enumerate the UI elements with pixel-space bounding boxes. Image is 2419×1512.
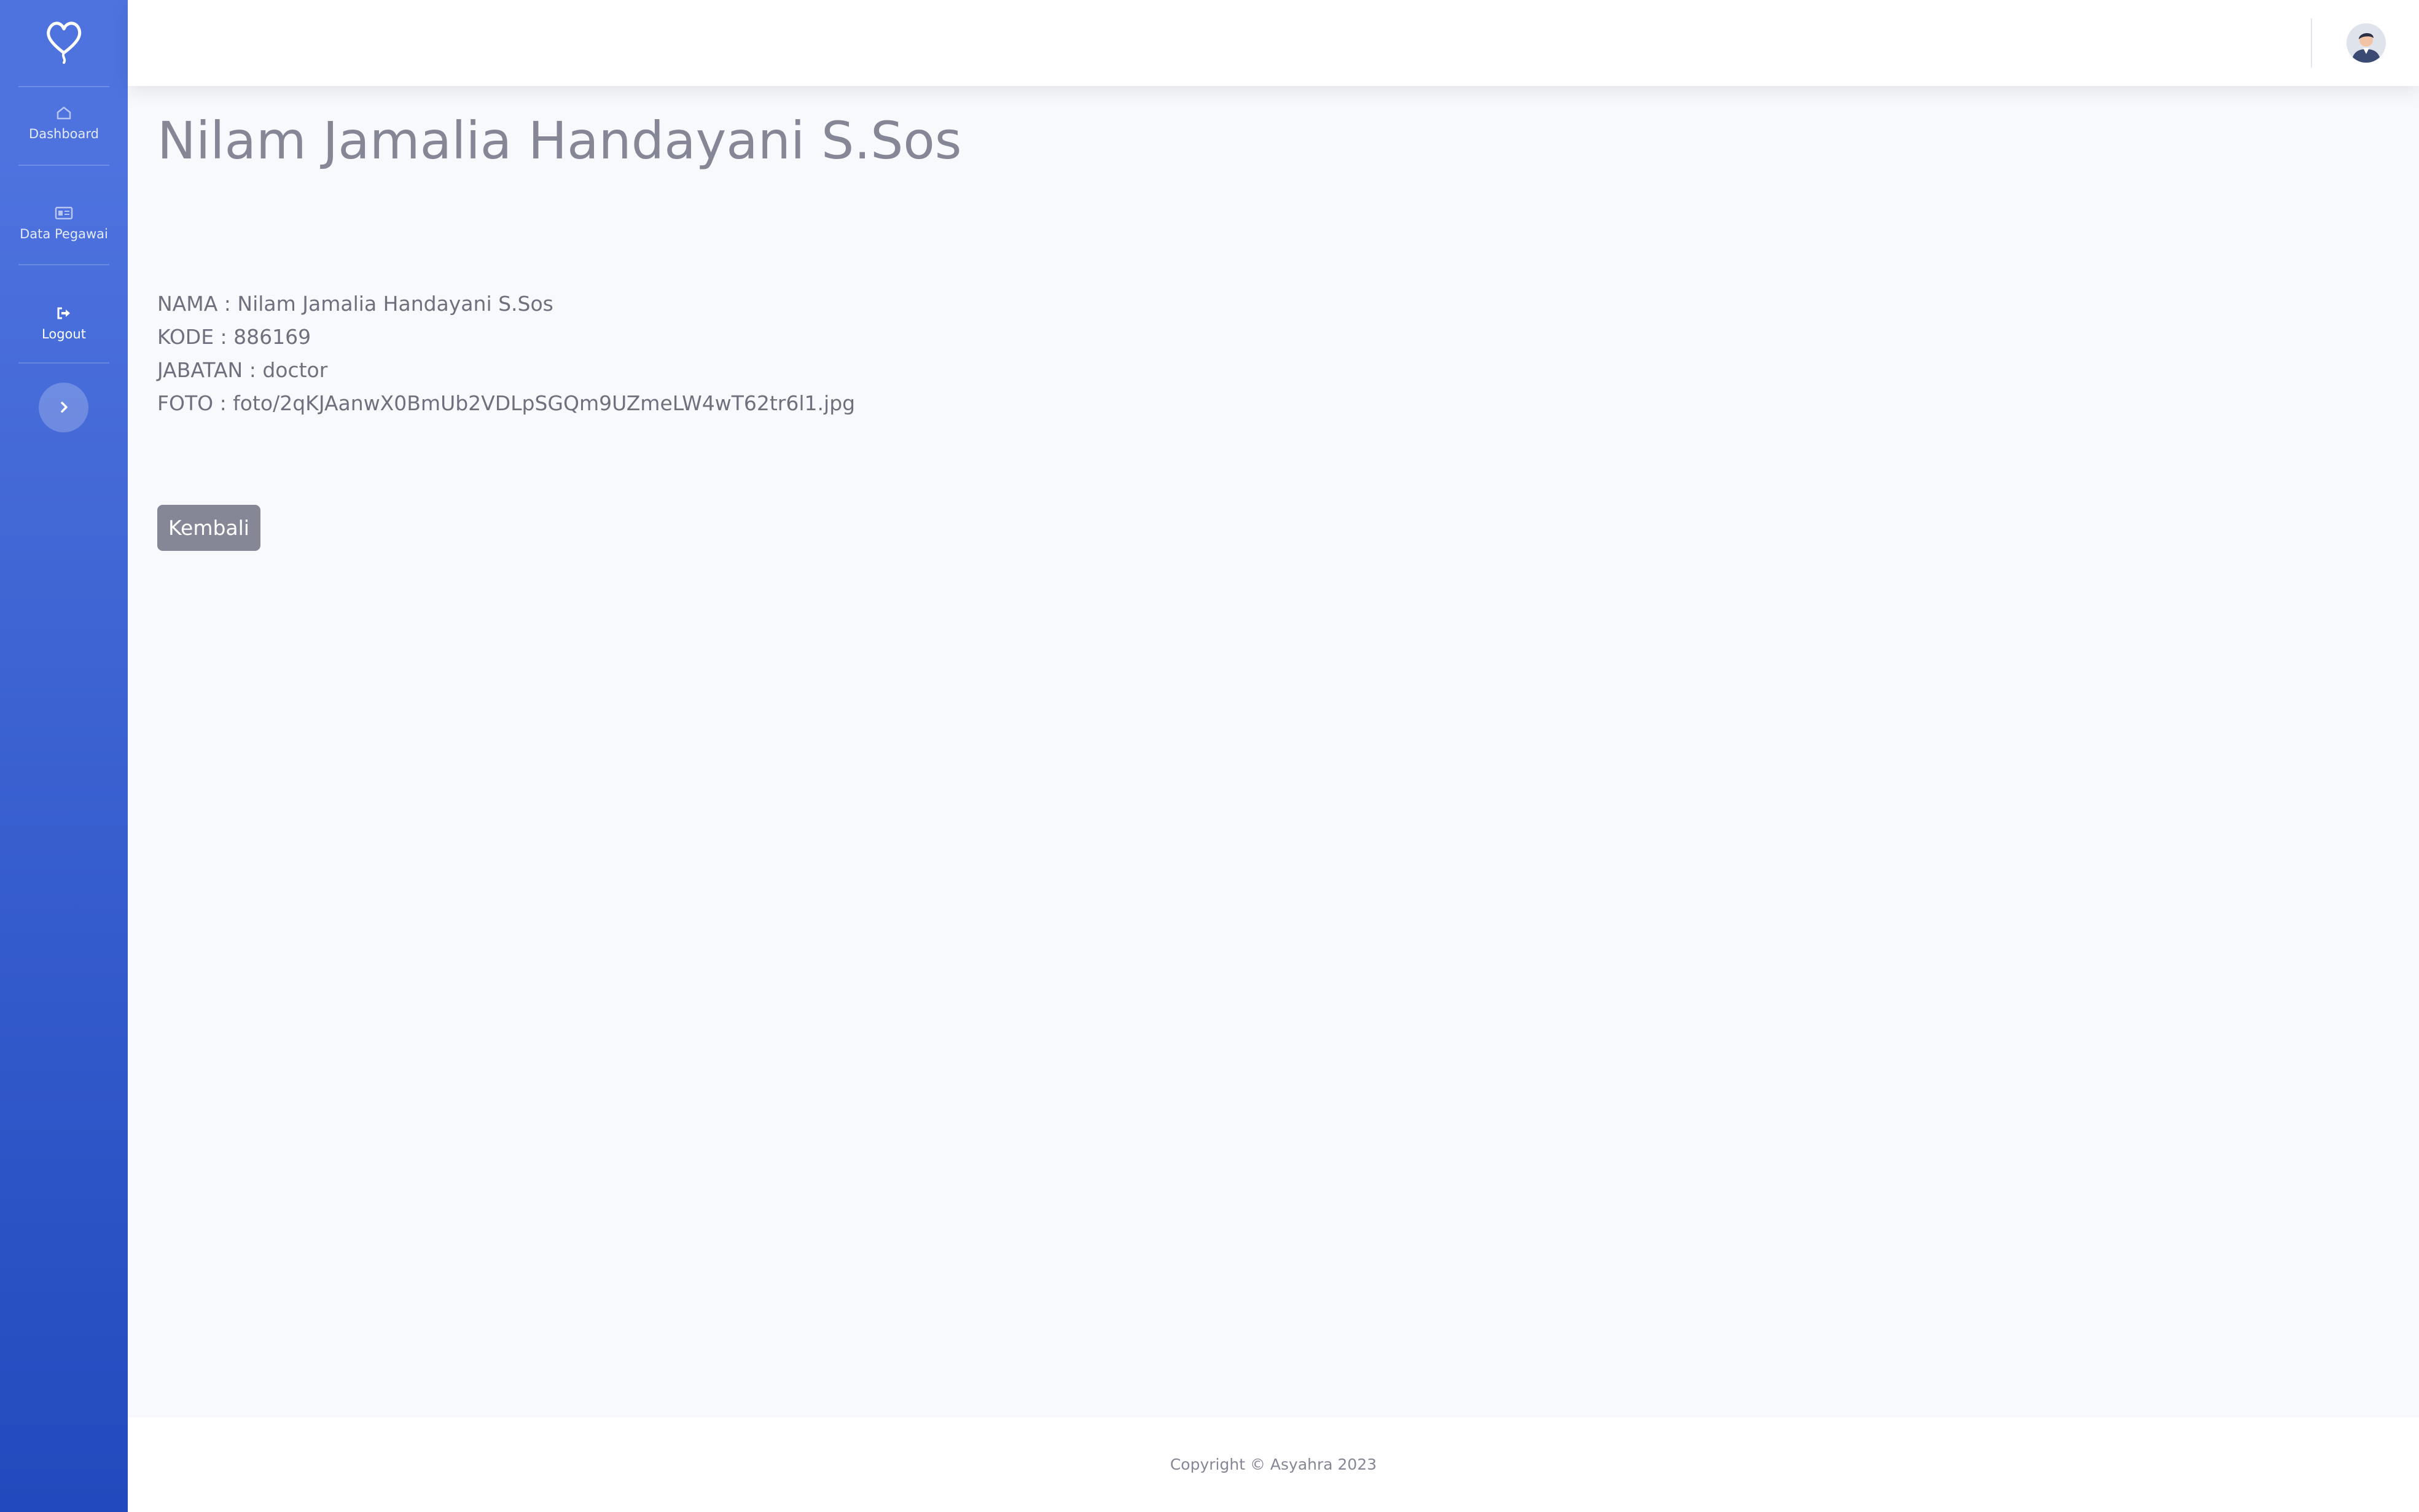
home-icon — [57, 106, 71, 120]
heart-balloon-icon — [47, 21, 82, 64]
topbar-divider — [2311, 18, 2312, 68]
detail-nama: NAMA : Nilam Jamalia Handayani S.Sos — [157, 292, 553, 316]
user-avatar-icon[interactable] — [2347, 23, 2386, 63]
sidebar-divider — [18, 362, 109, 364]
back-button[interactable]: Kembali — [157, 505, 260, 551]
sign-out-icon — [57, 307, 70, 319]
sidebar-toggle-button[interactable] — [39, 383, 88, 432]
copyright-text: Copyright © Asyahra 2023 — [1170, 1455, 1377, 1473]
sidebar-item-label: Dashboard — [29, 127, 99, 141]
sidebar-item-label: Logout — [42, 327, 86, 341]
sidebar: Dashboard Data Pegawai Logout — [0, 0, 128, 1512]
sidebar-divider — [18, 264, 109, 265]
topbar — [128, 0, 2419, 86]
footer: Copyright © Asyahra 2023 — [128, 1417, 2419, 1512]
sidebar-brand[interactable] — [0, 0, 128, 86]
chevron-right-icon — [61, 402, 68, 413]
id-card-icon — [55, 206, 73, 220]
detail-jabatan: JABATAN : doctor — [157, 358, 328, 382]
employee-details: NAMA : Nilam Jamalia Handayani S.Sos KOD… — [157, 287, 855, 420]
detail-kode: KODE : 886169 — [157, 325, 311, 349]
sidebar-item-data-pegawai[interactable]: Data Pegawai — [0, 206, 128, 241]
page-title: Nilam Jamalia Handayani S.Sos — [157, 111, 962, 171]
detail-foto: FOTO : foto/2qKJAanwX0BmUb2VDLpSGQm9UZme… — [157, 391, 856, 415]
sidebar-divider — [18, 86, 109, 87]
sidebar-divider — [18, 165, 109, 166]
sidebar-item-logout[interactable]: Logout — [0, 306, 128, 341]
avatar — [2347, 23, 2386, 63]
sidebar-item-dashboard[interactable]: Dashboard — [0, 106, 128, 141]
sidebar-item-label: Data Pegawai — [20, 227, 108, 241]
